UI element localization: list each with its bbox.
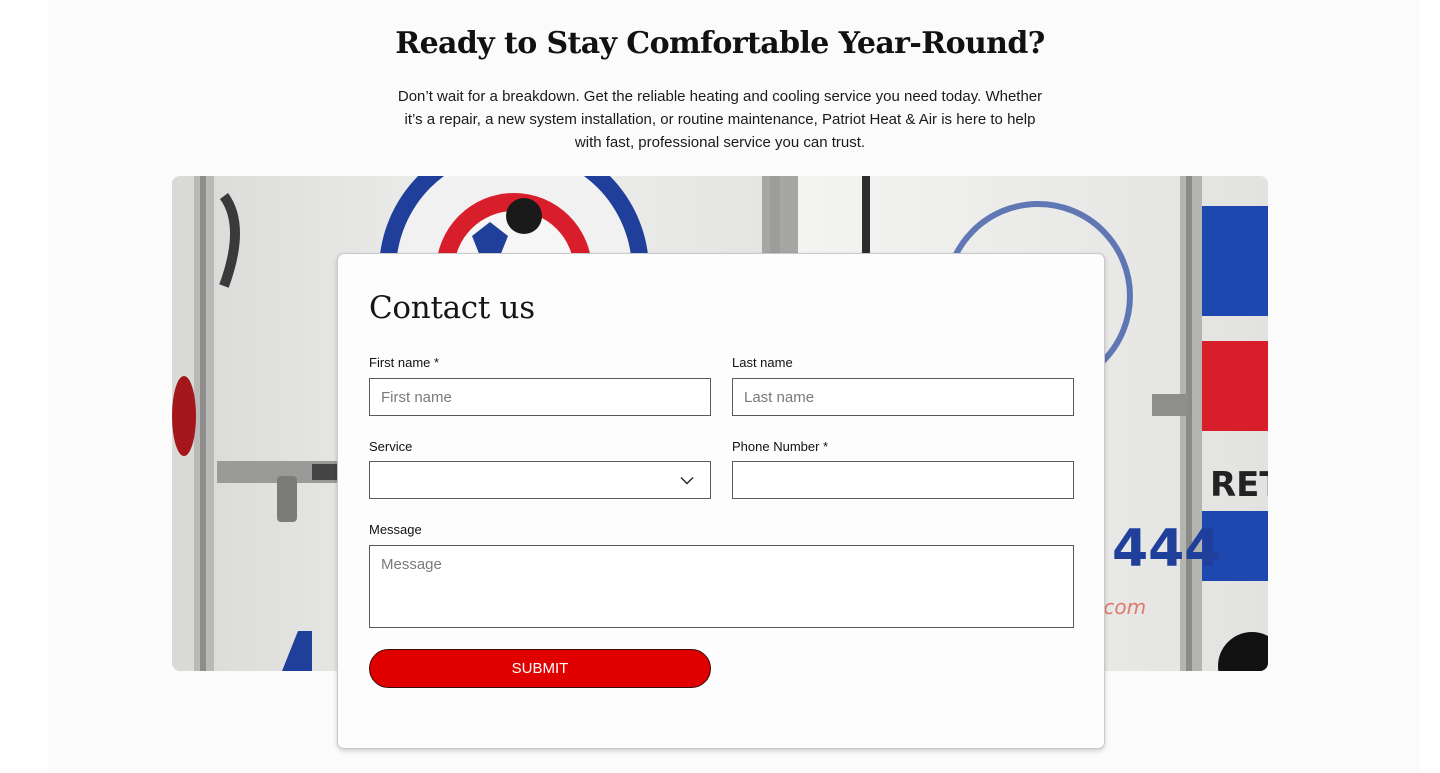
contact-form: Contact us First name * Last name Servic… xyxy=(337,253,1105,749)
message-textarea[interactable] xyxy=(369,545,1074,628)
phone-label: Phone Number * xyxy=(732,439,829,454)
first-name-label: First name * xyxy=(369,355,440,370)
form-title: Contact us xyxy=(369,290,535,326)
last-name-label: Last name xyxy=(732,355,793,370)
phone-input[interactable] xyxy=(732,461,1074,499)
service-label: Service xyxy=(369,439,413,454)
chevron-down-icon xyxy=(680,476,694,484)
decal-text: RETR xyxy=(1210,465,1268,505)
last-name-input[interactable] xyxy=(732,378,1074,416)
section-intro: Don’t wait for a breakdown. Get the reli… xyxy=(397,88,1043,151)
decal-number: 444 xyxy=(1112,519,1221,579)
section-heading: Ready to Stay Comfortable Year-Round? xyxy=(395,26,1045,61)
submit-button[interactable]: SUBMIT xyxy=(369,649,711,688)
message-label: Message xyxy=(369,522,422,537)
first-name-input[interactable] xyxy=(369,378,711,416)
service-select[interactable] xyxy=(369,461,711,499)
